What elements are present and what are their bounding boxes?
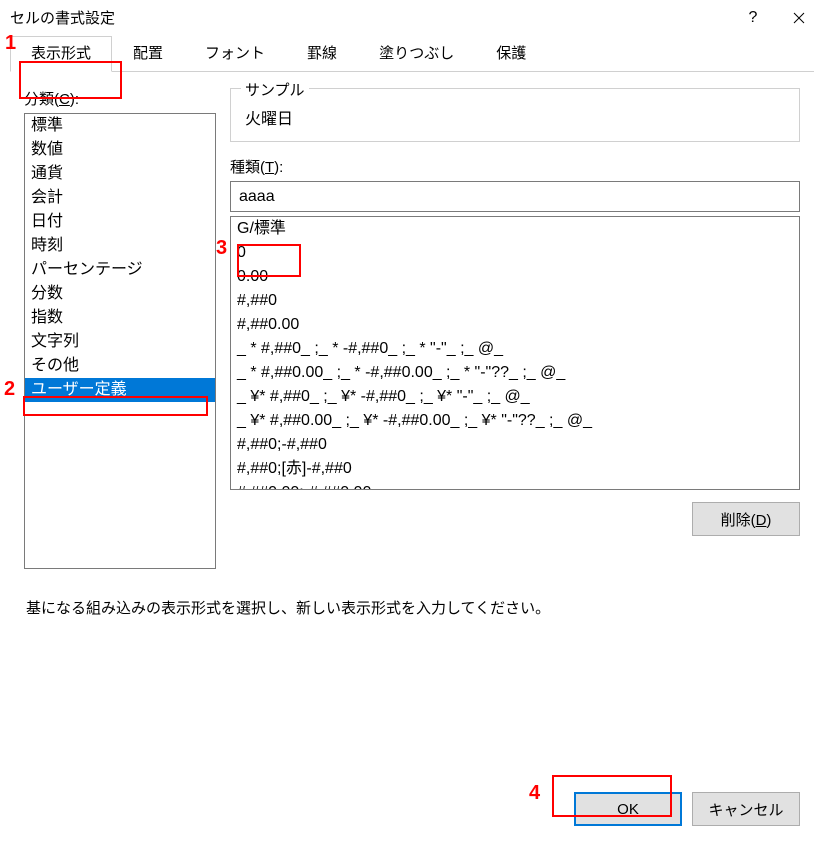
type-item[interactable]: _ * #,##0_ ;_ * -#,##0_ ;_ * "-"_ ;_ @_ (231, 337, 799, 361)
tab-bar: 表示形式 配置 フォント 罫線 塗りつぶし 保護 (10, 36, 814, 72)
type-item[interactable]: G/標準 (231, 217, 799, 241)
cat-currency[interactable]: 通貨 (25, 162, 215, 186)
tab-number-format[interactable]: 表示形式 (10, 36, 112, 72)
close-icon (793, 12, 805, 24)
cancel-button[interactable]: キャンセル (692, 792, 800, 826)
cat-accounting[interactable]: 会計 (25, 186, 215, 210)
type-label: 種類(T): (230, 156, 283, 177)
type-item[interactable]: #,##0.00 (231, 313, 799, 337)
help-icon: ? (749, 9, 758, 27)
cat-fraction[interactable]: 分数 (25, 282, 215, 306)
type-item[interactable]: #,##0;-#,##0 (231, 433, 799, 457)
type-input[interactable] (230, 181, 800, 212)
cat-scientific[interactable]: 指数 (25, 306, 215, 330)
type-item[interactable]: 0 (231, 241, 799, 265)
tab-alignment[interactable]: 配置 (112, 36, 184, 72)
type-item[interactable]: _ ¥* #,##0_ ;_ ¥* -#,##0_ ;_ ¥* "-"_ ;_ … (231, 385, 799, 409)
cat-date[interactable]: 日付 (25, 210, 215, 234)
category-label: 分類(C): (24, 88, 79, 109)
tab-border[interactable]: 罫線 (286, 36, 358, 72)
tab-fill[interactable]: 塗りつぶし (358, 36, 475, 72)
window-title: セルの書式設定 (10, 7, 730, 28)
cat-custom[interactable]: ユーザー定義 (25, 378, 215, 402)
close-button[interactable] (776, 2, 822, 34)
cat-number[interactable]: 数値 (25, 138, 215, 162)
tab-font[interactable]: フォント (184, 36, 286, 72)
help-button[interactable]: ? (730, 2, 776, 34)
delete-button[interactable]: 削除(D) (692, 502, 800, 536)
cat-text[interactable]: 文字列 (25, 330, 215, 354)
ok-button[interactable]: OK (574, 792, 682, 826)
type-item[interactable]: _ * #,##0.00_ ;_ * -#,##0.00_ ;_ * "-"??… (231, 361, 799, 385)
annotation-4: 4 (529, 782, 540, 805)
sample-value: 火曜日 (245, 105, 785, 129)
cat-time[interactable]: 時刻 (25, 234, 215, 258)
cat-special[interactable]: その他 (25, 354, 215, 378)
hint-text: 基になる組み込みの表示形式を選択し、新しい表示形式を入力してください。 (26, 597, 798, 618)
titlebar: セルの書式設定 ? (0, 0, 824, 36)
type-item[interactable]: #,##0.00;-#,##0.00 (231, 481, 799, 490)
cat-percentage[interactable]: パーセンテージ (25, 258, 215, 282)
sample-label: サンプル (241, 79, 309, 100)
type-item[interactable]: #,##0;[赤]-#,##0 (231, 457, 799, 481)
sample-box: サンプル 火曜日 (230, 88, 800, 142)
type-item[interactable]: #,##0 (231, 289, 799, 313)
type-item[interactable]: 0.00 (231, 265, 799, 289)
category-listbox[interactable]: 標準 数値 通貨 会計 日付 時刻 パーセンテージ 分数 指数 文字列 その他 … (24, 113, 216, 569)
type-item[interactable]: _ ¥* #,##0.00_ ;_ ¥* -#,##0.00_ ;_ ¥* "-… (231, 409, 799, 433)
cat-standard[interactable]: 標準 (25, 114, 215, 138)
type-listbox[interactable]: G/標準 0 0.00 #,##0 #,##0.00 _ * #,##0_ ;_… (230, 216, 800, 490)
tab-protection[interactable]: 保護 (475, 36, 547, 72)
